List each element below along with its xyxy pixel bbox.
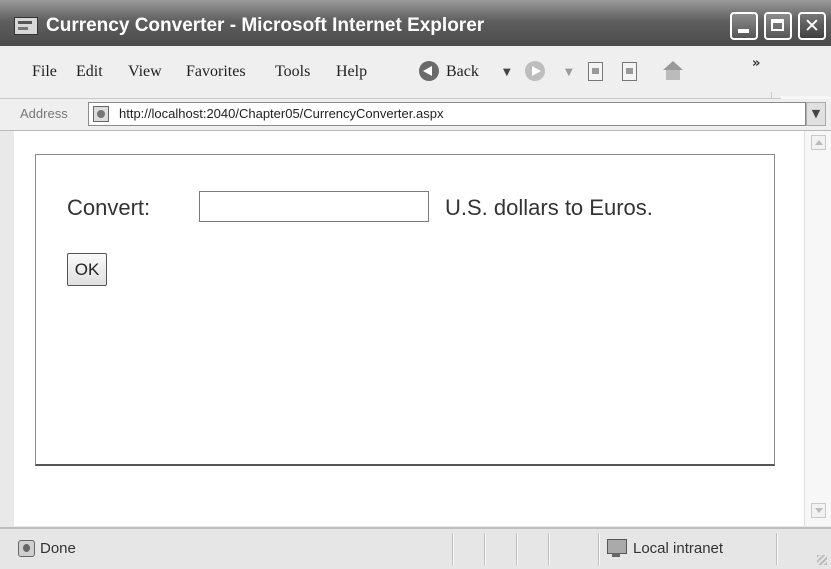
status-divider: [598, 533, 600, 565]
status-divider: [484, 533, 486, 565]
menu-help[interactable]: Help: [336, 63, 367, 81]
forward-arrow-icon[interactable]: [525, 61, 545, 81]
address-bar: Address http://localhost:2040/Chapter05/…: [0, 99, 831, 131]
address-url[interactable]: http://localhost:2040/Chapter05/Currency…: [119, 106, 443, 121]
address-dropdown-chevron-icon[interactable]: ▼: [806, 102, 826, 126]
stop-icon[interactable]: [588, 62, 603, 81]
address-field[interactable]: http://localhost:2040/Chapter05/Currency…: [88, 102, 806, 126]
status-divider: [516, 533, 518, 565]
page-done-icon: [18, 540, 35, 557]
scroll-down-icon[interactable]: [811, 503, 826, 518]
ok-button[interactable]: OK: [67, 253, 107, 286]
back-dropdown-icon[interactable]: ▼: [503, 67, 511, 78]
status-divider: [776, 533, 778, 565]
scroll-up-icon[interactable]: [811, 135, 826, 150]
title-bar[interactable]: Currency Converter - Microsoft Internet …: [0, 0, 831, 46]
vertical-scrollbar[interactable]: [804, 131, 831, 526]
close-button[interactable]: ✕: [798, 12, 826, 40]
back-button-label[interactable]: Back: [446, 63, 479, 81]
forward-dropdown-icon[interactable]: ▼: [565, 67, 573, 78]
status-bar: Done Local intranet: [0, 527, 831, 569]
converter-panel: Convert: U.S. dollars to Euros. OK: [35, 154, 775, 466]
menu-favorites[interactable]: Favorites: [186, 63, 246, 81]
status-divider: [452, 533, 454, 565]
menu-edit[interactable]: Edit: [76, 63, 103, 81]
security-zone-label: Local intranet: [633, 540, 724, 557]
currency-suffix-label: U.S. dollars to Euros.: [445, 195, 653, 220]
menu-bar: File Edit View Favorites Tools Help Back…: [0, 46, 831, 144]
local-intranet-icon: [604, 537, 628, 559]
status-text: Done: [40, 540, 76, 557]
minimize-button[interactable]: [730, 12, 758, 40]
close-icon: ✕: [804, 15, 820, 37]
menu-view[interactable]: View: [128, 63, 162, 81]
page-content: Convert: U.S. dollars to Euros. OK: [14, 131, 804, 526]
toolbar-overflow-chevron-icon[interactable]: »: [752, 56, 760, 71]
address-label: Address: [20, 106, 68, 121]
resize-grip-icon[interactable]: [817, 555, 827, 565]
home-icon[interactable]: [662, 61, 684, 81]
app-icon: [14, 17, 38, 35]
status-divider: [548, 533, 550, 565]
page-icon: [93, 106, 109, 122]
minimize-icon: [738, 29, 749, 33]
back-arrow-icon[interactable]: [419, 61, 439, 81]
window-title: Currency Converter - Microsoft Internet …: [46, 15, 485, 36]
maximize-icon: [771, 19, 784, 31]
browser-window: Currency Converter - Microsoft Internet …: [0, 0, 831, 569]
menu-tools[interactable]: Tools: [275, 63, 310, 81]
menu-file[interactable]: File: [32, 63, 57, 81]
amount-input[interactable]: [199, 191, 429, 222]
convert-label: Convert:: [67, 195, 151, 220]
refresh-icon[interactable]: [622, 62, 637, 81]
maximize-button[interactable]: [764, 12, 792, 40]
